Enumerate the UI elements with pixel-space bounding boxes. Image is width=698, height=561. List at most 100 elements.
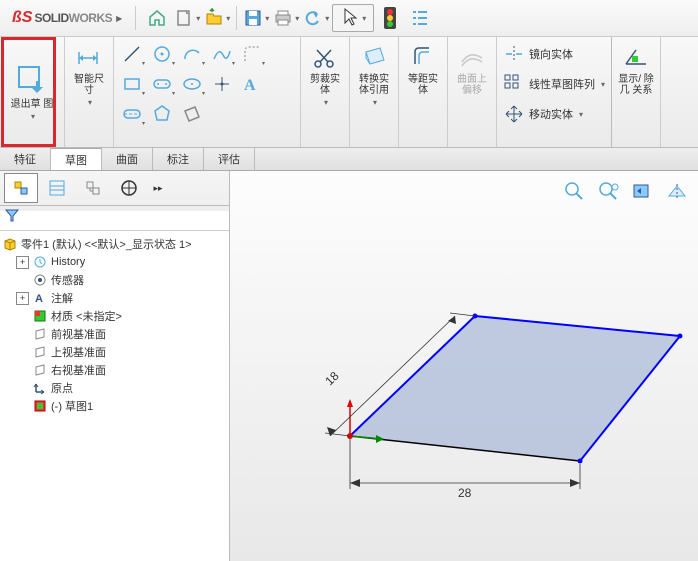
pattern-icon [503, 73, 525, 95]
expand-icon[interactable]: + [16, 256, 29, 269]
tree-label: History [51, 256, 85, 268]
linear-pattern-button[interactable]: 线性草图阵列▾ [503, 71, 605, 97]
mirror-entities-button[interactable]: 镜向实体 [503, 41, 605, 67]
separator [236, 6, 237, 30]
traffic-light-icon[interactable] [376, 4, 404, 32]
tree-annotations[interactable]: + A 注解 [2, 289, 227, 307]
feature-manager-pane: ▸▸ 零件1 (默认) <<默认>_显示状态 1> + History 传感器 +… [0, 171, 230, 561]
new-button[interactable]: ▾ [173, 4, 201, 32]
expand-icon[interactable]: + [16, 292, 29, 305]
arc-tool[interactable]: ▾ [178, 40, 206, 68]
dropdown-icon: ▾ [373, 98, 377, 107]
offset-entities-button[interactable]: 等距实 体 [403, 40, 443, 96]
smart-dimension-label: 智能尺 寸 [69, 74, 109, 96]
move-label: 移动实体 [529, 106, 573, 122]
sensor-icon [32, 272, 48, 288]
tab-evaluate[interactable]: 评估 [204, 148, 255, 170]
move-icon [503, 103, 525, 125]
plane-icon [32, 344, 48, 360]
ellipse-tool[interactable]: ▾ [178, 70, 206, 98]
display-relations-label: 显示/ 除几 关系 [616, 74, 656, 96]
line-tool[interactable]: ▾ [118, 40, 146, 68]
select-button[interactable]: ▾ [332, 4, 374, 32]
surface-offset-label: 曲面上 偏移 [452, 74, 492, 96]
tree-label: 材质 <未指定> [51, 308, 122, 324]
text-tool[interactable]: A [238, 70, 266, 98]
more-tabs[interactable]: ▸▸ [148, 173, 168, 203]
tree-front-plane[interactable]: 前视基准面 [2, 325, 227, 343]
tree-label: 上视基准面 [51, 344, 106, 360]
open-button[interactable]: ▾ [203, 4, 231, 32]
tree-root[interactable]: 零件1 (默认) <<默认>_显示状态 1> [2, 235, 227, 253]
tab-annotate[interactable]: 标注 [153, 148, 204, 170]
exit-sketch-label: 退出草 图 [11, 99, 54, 110]
tree-material[interactable]: 材质 <未指定> [2, 307, 227, 325]
surface-offset-button: 曲面上 偏移 [452, 40, 492, 96]
circle-tool[interactable]: ▾ [148, 40, 176, 68]
tree-right-plane[interactable]: 右视基准面 [2, 361, 227, 379]
tree-sketch1[interactable]: (-) 草图1 [2, 397, 227, 415]
tree-label: 前视基准面 [51, 326, 106, 342]
display-relations-button[interactable]: 显示/ 除几 关系 [616, 40, 656, 96]
svg-text:A: A [35, 293, 43, 305]
dropdown-icon: ▾ [324, 98, 328, 107]
tab-features[interactable]: 特征 [0, 148, 51, 170]
tree-label: 传感器 [51, 272, 84, 288]
part-icon [2, 236, 18, 252]
point-tool[interactable] [208, 70, 236, 98]
move-entities-button[interactable]: 移动实体▾ [503, 101, 605, 127]
empty-cell [268, 40, 296, 68]
slot-tool[interactable]: ▾ [148, 70, 176, 98]
material-icon [32, 308, 48, 324]
trim-entities-button[interactable]: 剪裁实 体 ▾ [305, 40, 345, 107]
polygon-tool[interactable] [148, 100, 176, 128]
convert-label: 转换实 体引用 [354, 74, 394, 96]
sketch-canvas: 18 28 [230, 171, 690, 551]
undo-button[interactable]: ▾ [302, 4, 330, 32]
tree-origin[interactable]: 原点 [2, 379, 227, 397]
scissors-icon [311, 44, 339, 72]
dropdown-icon: ▾ [265, 14, 269, 23]
brand-text: SOLIDWORKS [34, 11, 112, 25]
tree-top-plane[interactable]: 上视基准面 [2, 343, 227, 361]
dropdown-icon: ▾ [295, 14, 299, 23]
fillet-tool[interactable]: ▾ [238, 40, 266, 68]
dimension-value: 18 [322, 369, 342, 389]
smart-dimension-button[interactable]: 智能尺 寸 ▾ [69, 40, 109, 134]
filter-icon[interactable] [4, 208, 20, 222]
dimxpert-tab[interactable] [112, 173, 146, 203]
offset-icon [409, 44, 437, 72]
home-button[interactable] [143, 4, 171, 32]
graphics-viewport[interactable]: 18 28 [230, 171, 698, 561]
centerline-tool[interactable]: ▾ [118, 100, 146, 128]
spline-tool[interactable]: ▾ [208, 40, 236, 68]
list-button[interactable] [406, 4, 434, 32]
sketch-tools-grid: ▾ ▾ ▾ ▾ ▾ ▾ ▾ ▾ A ▾ [118, 40, 296, 128]
plane-icon [32, 326, 48, 342]
property-manager-tab[interactable] [40, 173, 74, 203]
tree-sensors[interactable]: 传感器 [2, 271, 227, 289]
exit-sketch-button[interactable]: 退出草 图 ▾ [4, 40, 60, 143]
command-tabs: 特征 草图 曲面 标注 评估 [0, 148, 698, 171]
rectangle-tool[interactable]: ▾ [118, 70, 146, 98]
mirror-label: 镜向实体 [529, 46, 573, 62]
origin-icon [32, 380, 48, 396]
print-button[interactable]: ▾ [272, 4, 300, 32]
config-manager-tab[interactable] [76, 173, 110, 203]
tree-root-label: 零件1 (默认) <<默认>_显示状态 1> [21, 236, 192, 252]
save-button[interactable]: ▾ [242, 4, 270, 32]
sketch-icon [32, 398, 48, 414]
tree-label: 注解 [51, 290, 73, 306]
trim-label: 剪裁实 体 [305, 74, 345, 96]
dropdown-icon: ▾ [31, 112, 35, 121]
convert-entities-button[interactable]: 转换实 体引用 ▾ [354, 40, 394, 107]
app-menu-dropdown-icon[interactable]: ▶ [116, 14, 122, 23]
tab-surfaces[interactable]: 曲面 [102, 148, 153, 170]
plane-tool[interactable] [178, 100, 206, 128]
feature-tree-tab[interactable] [4, 173, 38, 203]
app-logo: ßS SOLIDWORKS ▶ [6, 9, 128, 27]
tab-sketch[interactable]: 草图 [51, 148, 102, 170]
svg-text:A: A [244, 77, 256, 94]
dimension-value: 28 [458, 486, 472, 500]
tree-history[interactable]: + History [2, 253, 227, 271]
